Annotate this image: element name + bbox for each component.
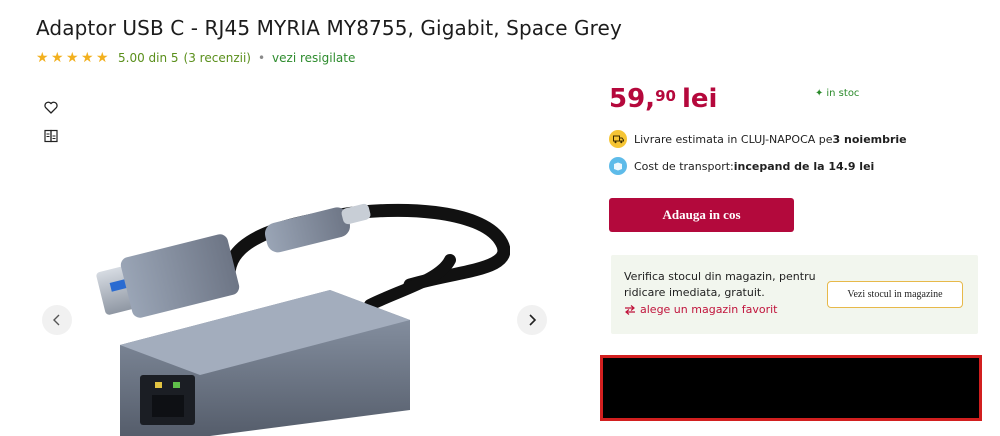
product-image[interactable] [42, 170, 547, 436]
star-icon: ★ [96, 50, 109, 66]
box-icon [609, 157, 627, 175]
star-icon: ★ [51, 50, 64, 66]
compare-button[interactable] [39, 124, 63, 148]
rating-stars[interactable]: ★ ★ ★ ★ ★ [36, 51, 111, 65]
reviews-count-link[interactable]: (3 recenzii) [184, 51, 251, 65]
price-decimals: 90 [655, 87, 676, 105]
star-icon: ★ [66, 50, 79, 66]
store-availability-box: Verifica stocul din magazin, pentru ridi… [611, 255, 978, 334]
price-integer: 59, [609, 84, 656, 114]
separator-dot: • [257, 51, 266, 65]
usb-adapter-image [96, 203, 511, 436]
resigilate-link[interactable]: vezi resigilate [272, 51, 355, 65]
stock-status: ✦ in stoc [815, 88, 859, 99]
shipping-cost: Cost de transport: incepand de la 14.9 l… [609, 157, 874, 175]
heart-icon [44, 101, 58, 114]
swap-arrows-icon [625, 304, 635, 315]
compare-icon [44, 129, 58, 143]
shipping-value: incepand de la 14.9 lei [733, 159, 875, 173]
delivery-text: Livrare estimata in CLUJ-NAPOCA pe [634, 132, 833, 146]
gallery-prev-button[interactable] [42, 305, 72, 335]
star-icon: ★ [36, 50, 49, 66]
choose-store-link[interactable]: alege un magazin favorit [624, 303, 777, 316]
redacted-region [600, 355, 982, 421]
rating-row: ★ ★ ★ ★ ★ 5.00 din 5 (3 recenzii) • vezi… [36, 50, 355, 66]
product-title: Adaptor USB C - RJ45 MYRIA MY8755, Gigab… [36, 16, 622, 40]
delivery-date: 3 noiembrie [832, 132, 907, 146]
star-icon: ★ [81, 50, 94, 66]
truck-icon [609, 130, 627, 148]
gallery-next-button[interactable] [517, 305, 547, 335]
stock-label: in stoc [826, 88, 860, 99]
rating-value: 5.00 din 5 [118, 51, 179, 65]
choose-store-label: alege un magazin favorit [640, 303, 778, 316]
product-price: 59, 90 lei [609, 84, 717, 114]
delivery-estimate: Livrare estimata in CLUJ-NAPOCA pe 3 noi… [609, 130, 907, 148]
chevron-left-icon [53, 314, 60, 326]
stock-mark-icon: ✦ [815, 88, 824, 99]
add-to-cart-button[interactable]: Adauga in cos [609, 198, 794, 232]
chevron-right-icon [529, 314, 537, 326]
shipping-text: Cost de transport: [634, 159, 734, 173]
check-store-stock-button[interactable]: Vezi stocul in magazine [827, 281, 963, 308]
store-info-text: Verifica stocul din magazin, pentru ridi… [624, 270, 816, 299]
wishlist-button[interactable] [39, 95, 63, 119]
price-currency: lei [681, 84, 718, 114]
